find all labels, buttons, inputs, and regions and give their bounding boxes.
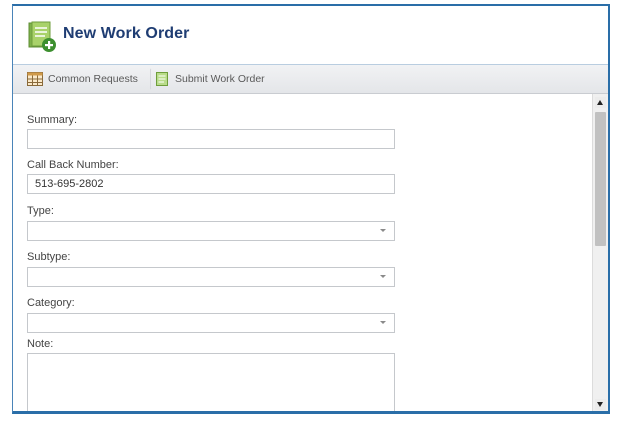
category-select[interactable] bbox=[27, 313, 395, 333]
arrow-down-icon bbox=[597, 402, 603, 407]
new-document-icon bbox=[28, 21, 56, 52]
scroll-up-button[interactable] bbox=[595, 97, 606, 108]
vertical-scrollbar[interactable] bbox=[592, 94, 608, 411]
type-label: Type: bbox=[27, 205, 54, 217]
note-textarea[interactable] bbox=[27, 353, 395, 411]
scroll-thumb[interactable] bbox=[595, 112, 606, 246]
calendar-table-icon bbox=[27, 72, 43, 86]
chevron-down-icon bbox=[380, 321, 386, 324]
subtype-select[interactable] bbox=[27, 267, 395, 287]
window-header: New Work Order bbox=[13, 6, 608, 65]
call-back-number-label: Call Back Number: bbox=[27, 159, 119, 171]
type-select[interactable] bbox=[27, 221, 395, 241]
submit-work-order-label: Submit Work Order bbox=[175, 73, 265, 85]
call-back-number-input[interactable]: 513-695-2802 bbox=[27, 174, 395, 194]
common-requests-button[interactable]: Common Requests bbox=[23, 68, 150, 90]
category-label: Category: bbox=[27, 297, 75, 309]
new-work-order-window: New Work Order Common Requests Submit Wo… bbox=[12, 4, 610, 414]
scroll-down-button[interactable] bbox=[595, 399, 606, 410]
form-content: Summary: Call Back Number: 513-695-2802 … bbox=[13, 94, 593, 411]
summary-input[interactable] bbox=[27, 129, 395, 149]
arrow-up-icon bbox=[597, 100, 603, 105]
common-requests-label: Common Requests bbox=[48, 73, 138, 85]
summary-label: Summary: bbox=[27, 114, 78, 126]
window-title: New Work Order bbox=[63, 25, 190, 42]
submit-work-order-button[interactable]: Submit Work Order bbox=[150, 68, 274, 90]
chevron-down-icon bbox=[380, 275, 386, 278]
chevron-down-icon bbox=[380, 229, 386, 232]
toolbar: Common Requests Submit Work Order bbox=[13, 65, 608, 94]
subtype-label: Subtype: bbox=[27, 251, 71, 263]
note-label: Note: bbox=[27, 338, 54, 350]
green-document-icon bbox=[156, 72, 168, 86]
